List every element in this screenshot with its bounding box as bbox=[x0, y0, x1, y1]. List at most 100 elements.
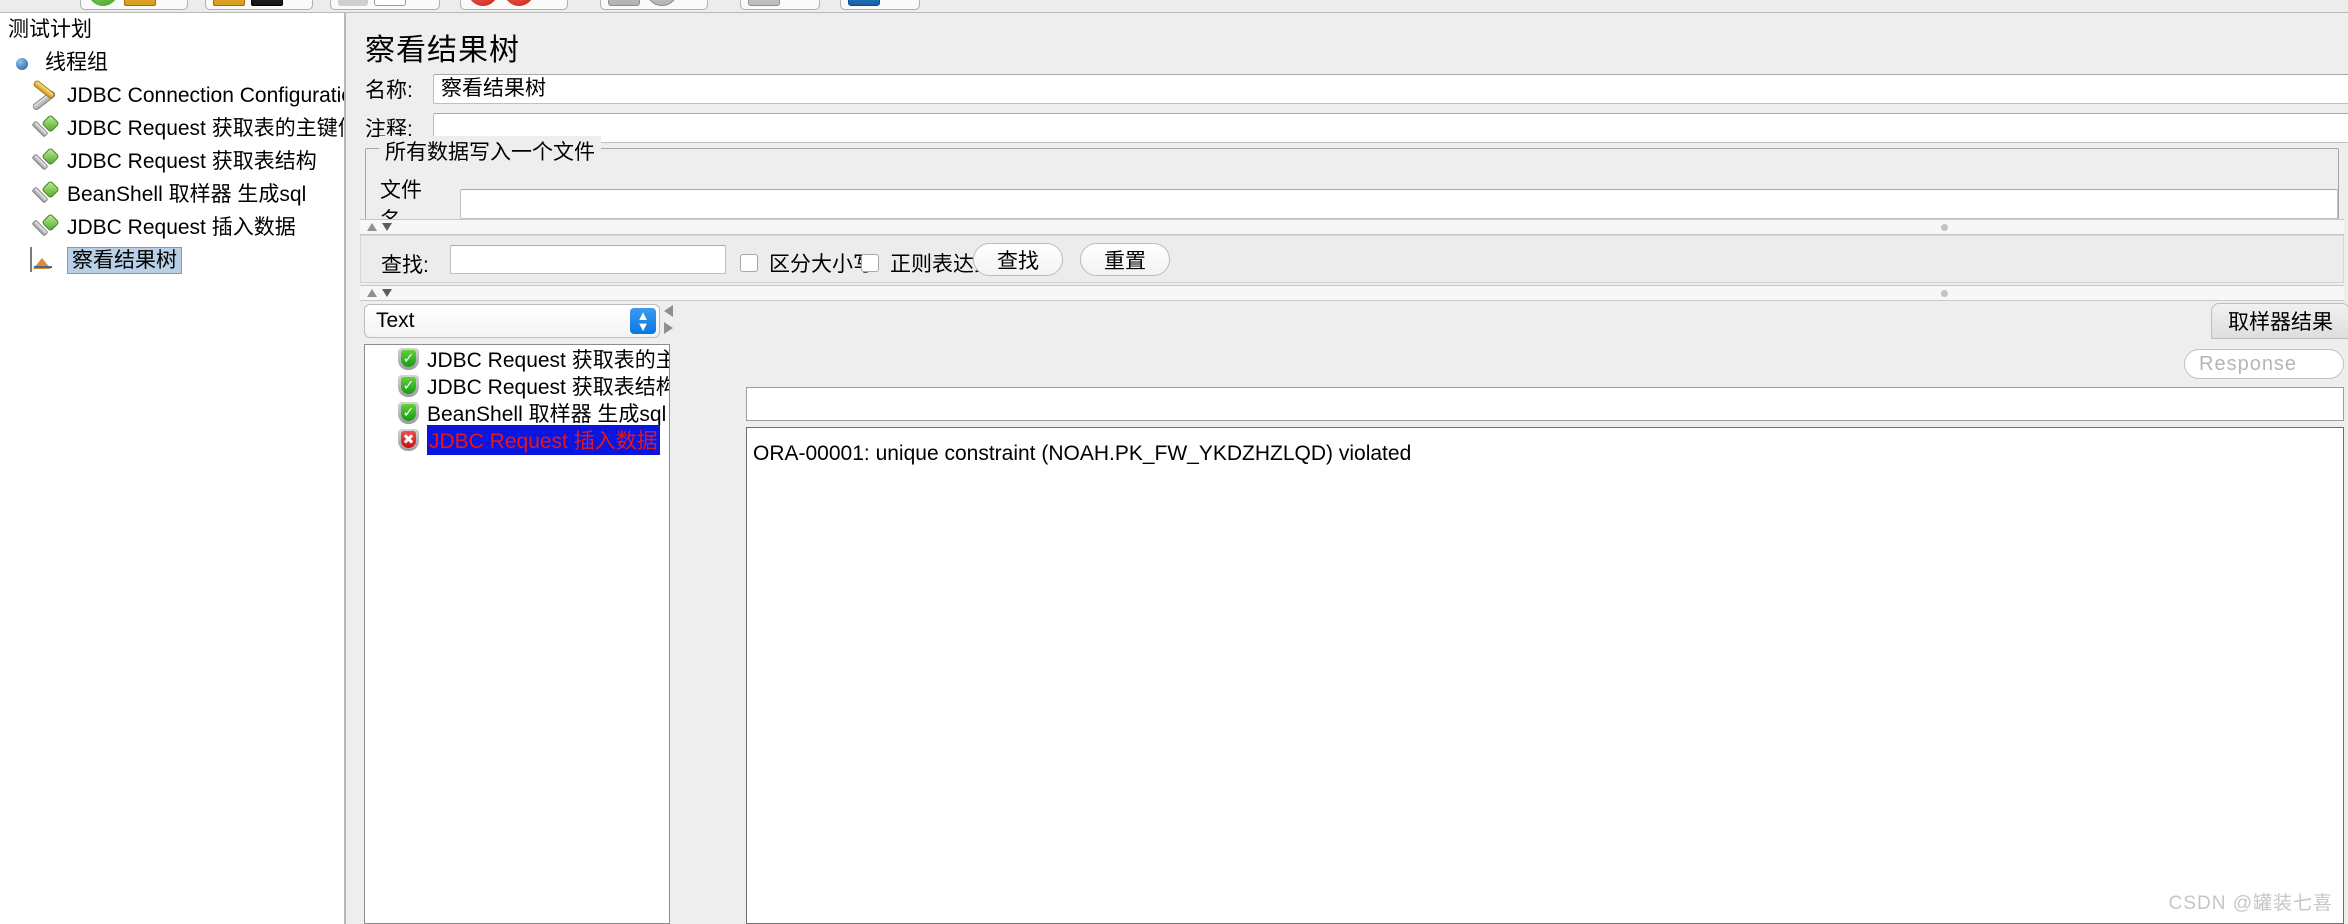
toolbar-group-edit bbox=[330, 0, 440, 10]
toolbar-group-file bbox=[80, 0, 188, 10]
tree-item-label: 测试计划 bbox=[8, 18, 92, 41]
chevron-left-icon[interactable] bbox=[664, 305, 673, 317]
tree-item-jdbc-request-table-structure[interactable]: JDBC Request 获取表结构 bbox=[0, 145, 344, 178]
pane-scroll-arrows[interactable] bbox=[664, 305, 678, 339]
view-renderer-value: Text bbox=[376, 309, 415, 332]
chevron-right-icon[interactable] bbox=[664, 322, 673, 334]
collapse-up-icon[interactable] bbox=[367, 223, 377, 231]
tree-item-label: JDBC Request 获取表的主键信息 bbox=[67, 117, 344, 140]
toolbar-group-stop bbox=[600, 0, 708, 10]
start-run-icon[interactable] bbox=[468, 0, 498, 6]
splitter-handle-dot bbox=[1941, 224, 1948, 231]
result-item-label: JDBC Request 获取表结构 bbox=[427, 375, 670, 399]
filegroup-title: 所有数据写入一个文件 bbox=[379, 136, 601, 166]
success-shield-icon: ✓ bbox=[398, 374, 419, 397]
cut-icon[interactable] bbox=[338, 0, 368, 6]
tree-item-label: 线程组 bbox=[45, 51, 108, 74]
checkbox-box-icon[interactable] bbox=[740, 254, 758, 272]
page-title: 察看结果树 bbox=[365, 34, 520, 67]
success-shield-icon: ✓ bbox=[398, 401, 419, 424]
listener-icon bbox=[30, 246, 60, 274]
result-item-label: JDBC Request 插入数据 bbox=[427, 424, 660, 455]
collapse-up-icon[interactable] bbox=[367, 289, 377, 297]
tree-item-jdbc-request-primary-key[interactable]: JDBC Request 获取表的主键信息 bbox=[0, 112, 344, 145]
result-item-jdbc-table-structure[interactable]: ✓ JDBC Request 获取表结构 bbox=[398, 372, 669, 399]
tree-item-view-results-tree[interactable]: 察看结果树 bbox=[0, 244, 344, 277]
splitter-handle-dot bbox=[1941, 290, 1948, 297]
response-text: ORA-00001: unique constraint (NOAH.PK_FW… bbox=[753, 442, 1412, 465]
write-all-data-to-file-group: 所有数据写入一个文件 文件名 bbox=[365, 136, 2339, 232]
toolbar-group-save bbox=[205, 0, 313, 10]
comment-input[interactable] bbox=[433, 113, 2348, 143]
toolbar-group-clear-all bbox=[840, 0, 920, 10]
new-document-icon[interactable] bbox=[88, 0, 118, 6]
shutdown-icon[interactable] bbox=[646, 0, 678, 6]
case-sensitive-label: 区分大小写 bbox=[769, 253, 874, 276]
collapse-down-icon[interactable] bbox=[382, 289, 392, 297]
splitter-top[interactable] bbox=[360, 219, 2344, 235]
view-results-tree-panel: 察看结果树 名称: 察看结果树 注释: 所有数据写入一个文件 文件名 查找: 区… bbox=[346, 13, 2348, 924]
case-sensitive-checkbox[interactable]: 区分大小写 bbox=[740, 248, 874, 278]
find-button[interactable]: 查找 bbox=[973, 243, 1063, 276]
tree-item-jdbc-request-insert[interactable]: JDBC Request 插入数据 bbox=[0, 211, 344, 244]
response-body[interactable]: ORA-00001: unique constraint (NOAH.PK_FW… bbox=[746, 427, 2344, 924]
results-area: Text ▲▼ ✓ JDBC Request 获取表的主键信息 ✓ JDBC R… bbox=[360, 301, 2348, 924]
tab-sampler-result[interactable]: 取样器结果 bbox=[2211, 303, 2348, 339]
filename-input[interactable] bbox=[459, 189, 2338, 219]
tree-item-label: JDBC Request 插入数据 bbox=[67, 216, 296, 239]
tree-item-jdbc-connection-configuration[interactable]: JDBC Connection Configuration bbox=[0, 79, 344, 112]
config-element-icon bbox=[30, 83, 60, 109]
response-toolbar[interactable] bbox=[746, 387, 2344, 421]
name-row: 名称: 察看结果树 bbox=[365, 73, 2348, 105]
save-icon[interactable] bbox=[213, 0, 245, 6]
result-item-jdbc-primary-key[interactable]: ✓ JDBC Request 获取表的主键信息 bbox=[398, 345, 669, 372]
toolbar-group-clear bbox=[740, 0, 820, 10]
result-item-beanshell-sampler[interactable]: ✓ BeanShell 取样器 生成sql bbox=[398, 399, 669, 426]
tree-item-label: 察看结果树 bbox=[67, 247, 182, 274]
name-label: 名称: bbox=[365, 79, 413, 102]
result-item-label: BeanShell 取样器 生成sql bbox=[427, 402, 667, 426]
sampler-icon bbox=[30, 182, 60, 208]
tree-item-test-plan[interactable]: 测试计划 bbox=[0, 13, 344, 46]
search-toolbar: 查找: 区分大小写 正则表达式 查找 重置 bbox=[360, 235, 2344, 283]
test-plan-tree[interactable]: 测试计划 线程组 JDBC Connection Configuration J… bbox=[0, 13, 346, 924]
checkbox-box-icon[interactable] bbox=[861, 254, 879, 272]
view-renderer-select[interactable]: Text ▲ ▼ bbox=[364, 304, 660, 338]
tree-item-beanshell-sampler[interactable]: BeanShell 取样器 生成sql bbox=[0, 178, 344, 211]
save-as-icon[interactable] bbox=[251, 0, 283, 6]
clear-icon[interactable] bbox=[748, 0, 780, 6]
watermark: CSDN @罐装七喜 bbox=[2168, 893, 2333, 914]
tree-item-thread-group[interactable]: 线程组 bbox=[0, 46, 344, 79]
copy-icon[interactable] bbox=[374, 0, 406, 6]
tree-item-label: JDBC Connection Configuration bbox=[67, 84, 346, 107]
search-label: 查找: bbox=[381, 254, 429, 277]
chevron-updown-icon[interactable]: ▲ ▼ bbox=[630, 308, 656, 334]
result-item-label: JDBC Request 获取表的主键信息 bbox=[427, 348, 669, 372]
open-folder-icon[interactable] bbox=[124, 0, 156, 6]
result-item-jdbc-insert-failed[interactable]: ✖ JDBC Request 插入数据 bbox=[398, 424, 669, 455]
error-shield-icon: ✖ bbox=[398, 428, 419, 451]
comment-row: 注释: bbox=[365, 112, 2348, 144]
start-no-pause-icon[interactable] bbox=[504, 0, 534, 6]
results-list-pane: Text ▲▼ ✓ JDBC Request 获取表的主键信息 ✓ JDBC R… bbox=[360, 301, 678, 924]
success-shield-icon: ✓ bbox=[398, 347, 419, 370]
result-detail-pane: 取样器结果 Response ORA-00001: unique constra… bbox=[726, 301, 2348, 924]
sampler-results-tree[interactable]: ✓ JDBC Request 获取表的主键信息 ✓ JDBC Request 获… bbox=[364, 344, 670, 924]
gear-icon bbox=[8, 50, 38, 76]
response-search-placeholder: Response bbox=[2199, 352, 2298, 375]
toolbar-group-run bbox=[460, 0, 568, 10]
main-toolbar bbox=[0, 0, 2348, 13]
splitter-bottom[interactable] bbox=[360, 285, 2344, 301]
collapse-down-icon[interactable] bbox=[382, 223, 392, 231]
name-input[interactable]: 察看结果树 bbox=[433, 74, 2348, 104]
stop-icon[interactable] bbox=[608, 0, 640, 6]
tree-item-label: JDBC Request 获取表结构 bbox=[67, 150, 317, 173]
reset-button[interactable]: 重置 bbox=[1080, 243, 1170, 276]
clear-all-icon[interactable] bbox=[848, 0, 880, 6]
tree-item-label: BeanShell 取样器 生成sql bbox=[67, 183, 307, 206]
sampler-icon bbox=[30, 149, 60, 175]
response-search-input[interactable]: Response bbox=[2184, 349, 2344, 379]
sampler-icon bbox=[30, 116, 60, 142]
search-input[interactable] bbox=[450, 245, 726, 274]
sampler-icon bbox=[30, 215, 60, 241]
